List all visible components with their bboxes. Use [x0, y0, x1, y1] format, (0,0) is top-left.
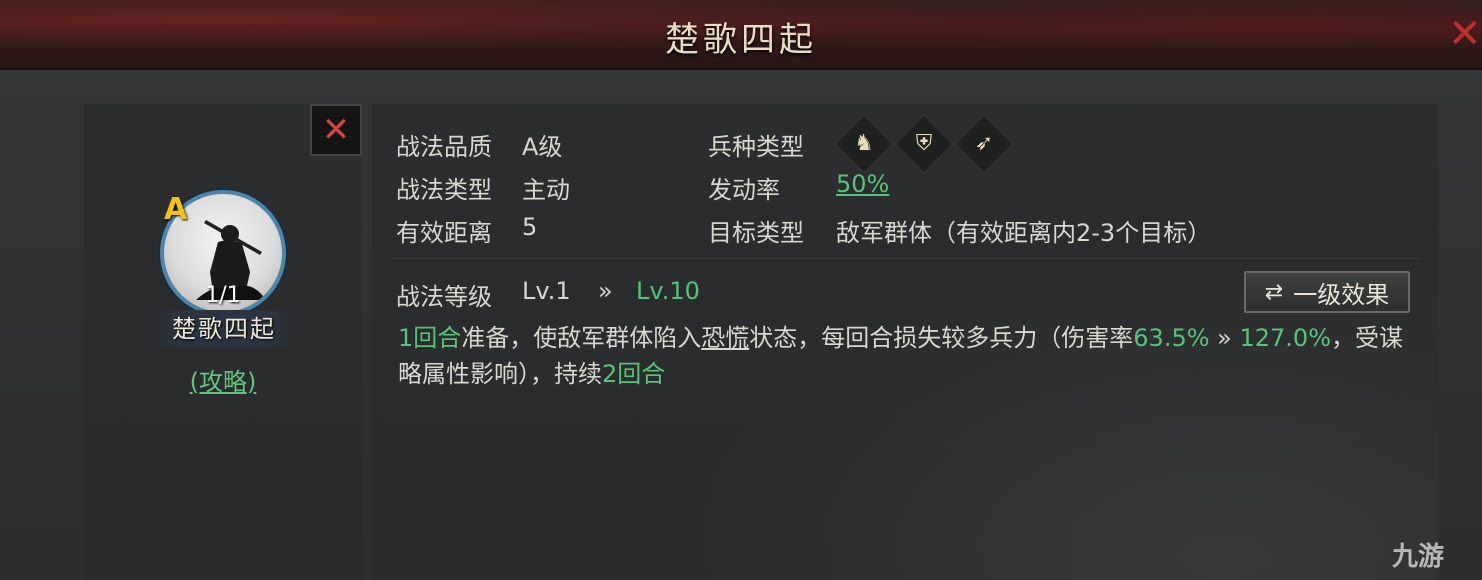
rate-label: 发动率: [708, 176, 780, 204]
effect-button-label: 一级效果: [1293, 280, 1390, 309]
remove-skill-button[interactable]: ✕: [310, 104, 362, 156]
target-label: 目标类型: [708, 219, 804, 247]
swap-icon: ⇄: [1264, 279, 1284, 305]
close-icon: ✕: [321, 110, 351, 150]
effect-toggle-button[interactable]: ⇄ 一级效果: [1244, 271, 1410, 313]
guide-link[interactable]: (攻略): [160, 362, 286, 397]
quality-label: 战法品质: [396, 133, 492, 161]
range-value: 5: [522, 213, 538, 241]
skill-description: 1回合准备，使敌军群体陷入恐慌状态，每回合损失较多兵力（伤害率63.5% » 1…: [398, 320, 1408, 392]
level-to: Lv.10: [636, 277, 700, 305]
close-icon[interactable]: ✕: [1448, 14, 1482, 54]
divider: [390, 258, 1420, 259]
level-arrow: »: [598, 277, 613, 305]
desc-text: 状态，每回合损失较多兵力（伤害率: [749, 324, 1134, 352]
grade-badge: A: [164, 192, 188, 227]
status-keyword[interactable]: 恐慌: [701, 324, 749, 352]
shield-icon: ⛨: [895, 115, 953, 173]
duration-rounds: 2回合: [602, 360, 666, 388]
rate-value[interactable]: 50%: [836, 170, 889, 198]
skill-count: 1/1: [205, 283, 241, 308]
skill-name: 楚歌四起: [152, 310, 296, 348]
desc-arrow: »: [1209, 324, 1240, 352]
type-label: 战法类型: [396, 176, 492, 204]
page-title: 楚歌四起: [665, 20, 817, 60]
archer-icon: ➶: [955, 115, 1013, 173]
prep-rounds: 1回合: [398, 324, 462, 352]
title-bar: 楚歌四起 ✕: [0, 0, 1482, 70]
type-value: 主动: [522, 176, 570, 204]
level-label: 战法等级: [396, 283, 492, 311]
damage-rate-max: 127.0%: [1239, 324, 1331, 352]
level-from: Lv.1: [522, 277, 571, 305]
desc-text: 准备，使敌军群体陷入: [461, 324, 702, 352]
quality-value: A级: [522, 133, 563, 161]
damage-rate-min: 63.5%: [1133, 324, 1210, 352]
watermark-logo: 九游: [1392, 542, 1445, 572]
cavalry-icon: ♞: [835, 115, 893, 173]
target-value: 敌军群体（有效距离内2-3个目标）: [836, 219, 1212, 247]
range-label: 有效距离: [396, 219, 492, 247]
troop-type-label: 兵种类型: [708, 133, 804, 161]
